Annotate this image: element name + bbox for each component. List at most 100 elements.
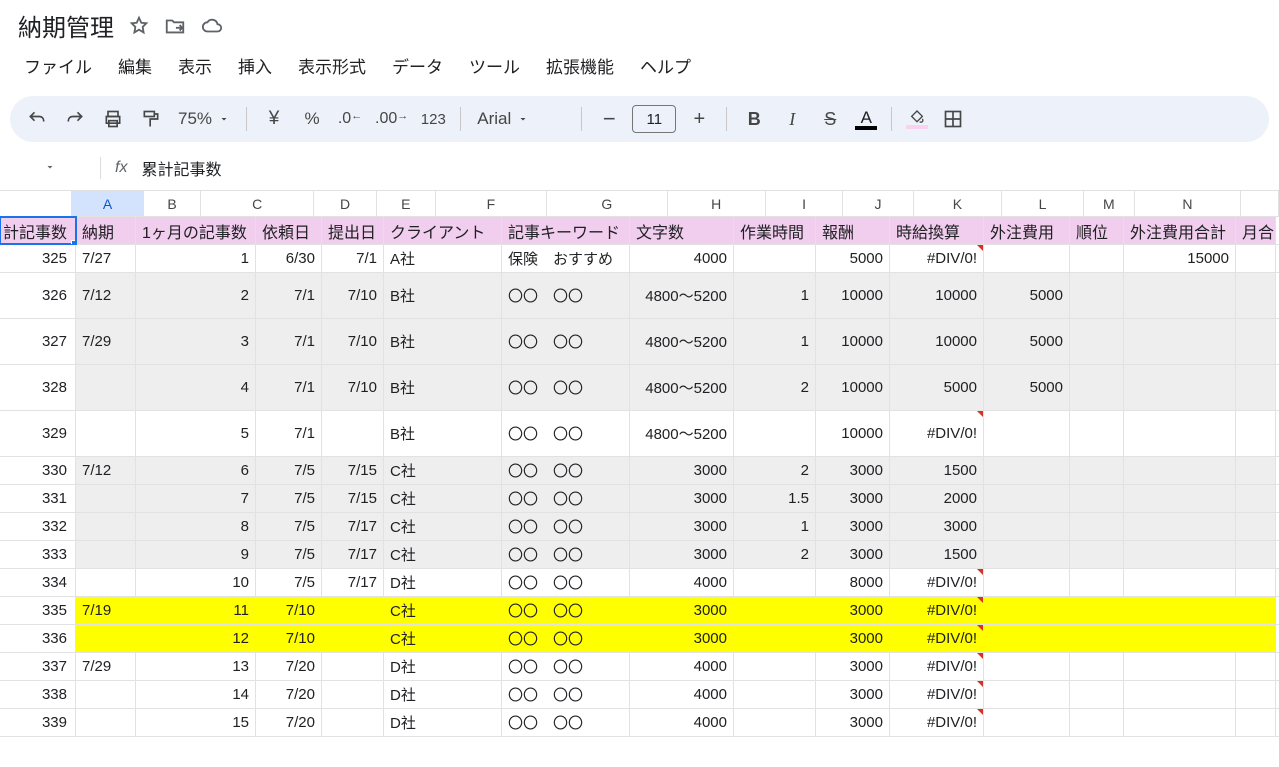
cell[interactable] (734, 411, 816, 456)
cell[interactable]: 14 (136, 681, 256, 708)
cell[interactable] (1124, 569, 1236, 596)
borders-icon[interactable] (936, 102, 970, 136)
cell[interactable]: 3000 (890, 513, 984, 540)
move-icon[interactable] (164, 15, 186, 37)
spreadsheet[interactable]: ABCDEFGHIJKLMN計記事数納期1ヶ月の記事数依頼日提出日クライアント記… (0, 191, 1279, 737)
cell[interactable] (984, 597, 1070, 624)
row-header[interactable]: 338 (0, 681, 76, 708)
row-header[interactable]: 332 (0, 513, 76, 540)
row-header[interactable]: 334 (0, 569, 76, 596)
header-cell[interactable]: 文字数 (630, 217, 734, 244)
cell[interactable]: #DIV/0! (890, 625, 984, 652)
cell[interactable] (1124, 625, 1236, 652)
cell[interactable]: 7/17 (322, 569, 384, 596)
decrease-decimal-icon[interactable]: .0← (333, 102, 367, 136)
cell[interactable]: 7/5 (256, 485, 322, 512)
cell[interactable]: 〇〇 〇〇 (502, 709, 630, 736)
cell[interactable]: 〇〇 〇〇 (502, 457, 630, 484)
cell[interactable]: C社 (384, 513, 502, 540)
header-cell[interactable]: クライアント (384, 217, 502, 244)
row-header[interactable]: 328 (0, 365, 76, 410)
header-cell[interactable]: 提出日 (322, 217, 384, 244)
cell[interactable] (1236, 485, 1276, 512)
cell[interactable] (1236, 365, 1276, 410)
formula-input[interactable]: 累計記事数 (141, 156, 221, 180)
cell[interactable]: 〇〇 〇〇 (502, 597, 630, 624)
cell[interactable]: 2 (136, 273, 256, 318)
cell[interactable]: 11 (136, 597, 256, 624)
col-header-J[interactable]: J (843, 191, 913, 216)
strikethrough-icon[interactable]: S (813, 102, 847, 136)
print-icon[interactable] (96, 102, 130, 136)
header-cell[interactable]: 作業時間 (734, 217, 816, 244)
font-size-decrease[interactable]: − (592, 102, 626, 136)
header-cell[interactable]: 時給換算 (890, 217, 984, 244)
cell[interactable] (1124, 273, 1236, 318)
cell[interactable]: 7/1 (256, 319, 322, 364)
col-header-E[interactable]: E (377, 191, 436, 216)
cell[interactable] (1070, 411, 1124, 456)
cell[interactable]: 5000 (984, 319, 1070, 364)
cell[interactable]: 7/5 (256, 457, 322, 484)
cell[interactable]: 7/5 (256, 541, 322, 568)
cell[interactable]: C社 (384, 457, 502, 484)
cell[interactable]: 保険 おすすめ (502, 245, 630, 272)
row-header[interactable]: 333 (0, 541, 76, 568)
menu-編集[interactable]: 編集 (108, 49, 162, 82)
cell[interactable]: 3000 (630, 597, 734, 624)
cell[interactable]: 15 (136, 709, 256, 736)
cell[interactable]: 8000 (816, 569, 890, 596)
percent-icon[interactable]: % (295, 102, 329, 136)
col-header-A[interactable]: A (72, 191, 144, 216)
cell[interactable] (734, 709, 816, 736)
cell[interactable] (1236, 625, 1276, 652)
col-header-G[interactable]: G (547, 191, 668, 216)
cell[interactable] (322, 411, 384, 456)
cell[interactable] (76, 569, 136, 596)
cell[interactable]: 7/10 (322, 365, 384, 410)
row-header[interactable]: 336 (0, 625, 76, 652)
cell[interactable]: 1500 (890, 457, 984, 484)
menu-ヘルプ[interactable]: ヘルプ (630, 49, 701, 82)
cell[interactable]: 13 (136, 653, 256, 680)
cell[interactable] (734, 625, 816, 652)
cell[interactable]: 4000 (630, 653, 734, 680)
cell[interactable]: #DIV/0! (890, 245, 984, 272)
cell[interactable]: 4 (136, 365, 256, 410)
cell[interactable] (76, 625, 136, 652)
cell[interactable]: 10 (136, 569, 256, 596)
cell[interactable] (76, 411, 136, 456)
row-header[interactable]: 329 (0, 411, 76, 456)
cell[interactable]: B社 (384, 273, 502, 318)
cell[interactable]: 10000 (890, 319, 984, 364)
cell[interactable]: 3 (136, 319, 256, 364)
redo-icon[interactable] (58, 102, 92, 136)
cell[interactable]: 3000 (630, 541, 734, 568)
cell[interactable]: C社 (384, 485, 502, 512)
header-cell[interactable]: 記事キーワード (502, 217, 630, 244)
menu-ファイル[interactable]: ファイル (14, 49, 102, 82)
cell[interactable] (1070, 597, 1124, 624)
cell[interactable] (984, 653, 1070, 680)
star-icon[interactable] (128, 15, 150, 37)
cell[interactable]: B社 (384, 411, 502, 456)
cell[interactable]: 7/20 (256, 681, 322, 708)
row-header[interactable]: 計記事数 (0, 217, 76, 244)
cell[interactable]: 7/19 (76, 597, 136, 624)
cell[interactable] (1124, 485, 1236, 512)
cell[interactable] (984, 681, 1070, 708)
col-header-F[interactable]: F (436, 191, 547, 216)
cell[interactable]: 1 (136, 245, 256, 272)
header-cell[interactable]: 納期 (76, 217, 136, 244)
cell[interactable]: 〇〇 〇〇 (502, 625, 630, 652)
cell[interactable]: 〇〇 〇〇 (502, 681, 630, 708)
cell[interactable]: 〇〇 〇〇 (502, 485, 630, 512)
cell[interactable]: 15000 (1124, 245, 1236, 272)
cell[interactable]: 10000 (890, 273, 984, 318)
row-header[interactable]: 339 (0, 709, 76, 736)
cell[interactable]: 2 (734, 457, 816, 484)
cell[interactable]: 7/17 (322, 541, 384, 568)
row-header[interactable]: 330 (0, 457, 76, 484)
header-cell[interactable]: 報酬 (816, 217, 890, 244)
cell[interactable] (1070, 513, 1124, 540)
